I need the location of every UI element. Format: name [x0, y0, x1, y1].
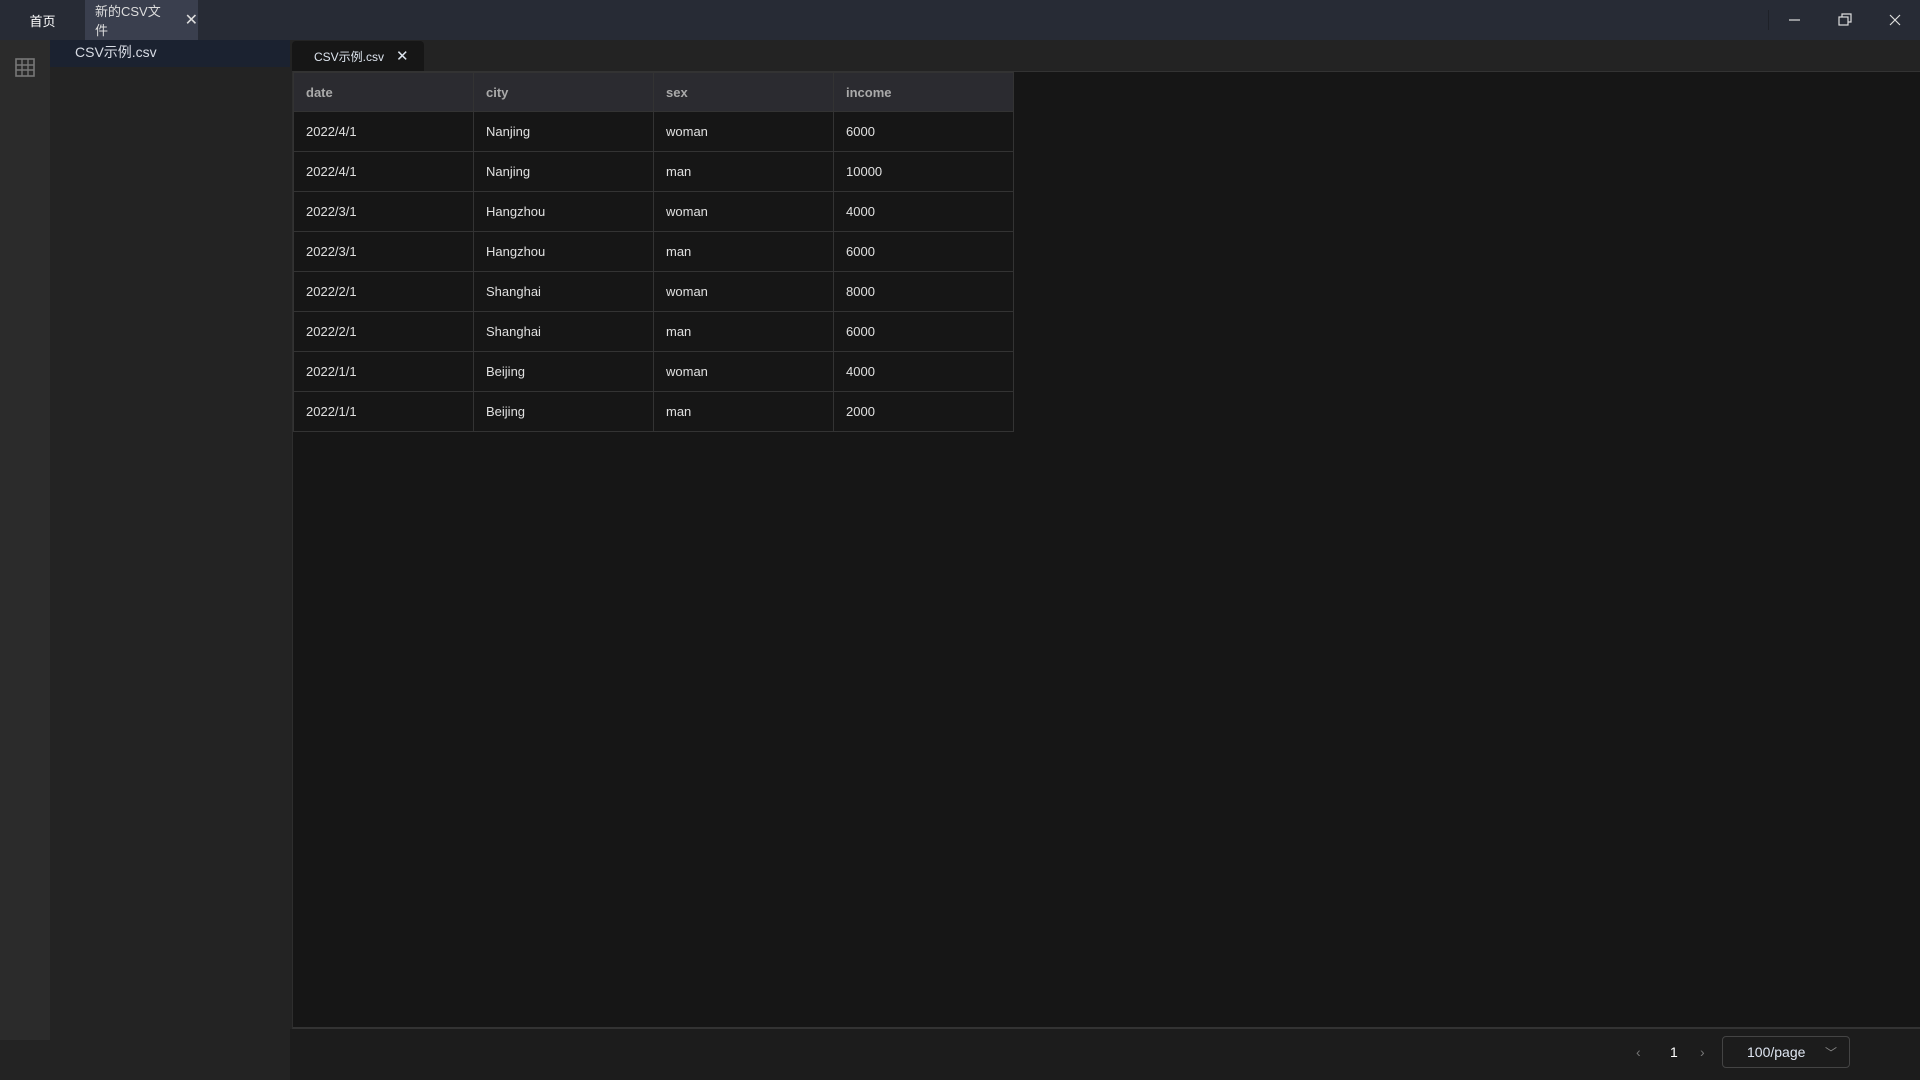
table-row[interactable]: 2022/1/1 Beijing man 2000	[293, 391, 1014, 432]
column-header-sex[interactable]: sex	[653, 72, 834, 112]
tab-label: 新的CSV文件	[95, 4, 161, 38]
page-size-value: 100/page	[1747, 1044, 1806, 1060]
minimize-icon	[1789, 19, 1800, 21]
table-cell[interactable]: Shanghai	[473, 311, 654, 352]
activity-bar	[0, 40, 50, 1040]
table-row[interactable]: 2022/2/1 Shanghai woman 8000	[293, 271, 1014, 312]
table-cell[interactable]: 2022/3/1	[293, 231, 474, 272]
table-cell[interactable]: man	[653, 311, 834, 352]
table-cell[interactable]: 8000	[833, 271, 1014, 312]
tab-label: 首页	[29, 13, 56, 29]
title-bar: 首页 新的CSV文件 ✕	[0, 0, 1920, 40]
column-header-date[interactable]: date	[293, 72, 474, 112]
table-cell[interactable]: woman	[653, 111, 834, 152]
table-cell[interactable]: Nanjing	[473, 111, 654, 152]
table-row[interactable]: 2022/3/1 Hangzhou woman 4000	[293, 191, 1014, 232]
table-row[interactable]: 2022/2/1 Shanghai man 6000	[293, 311, 1014, 352]
table-cell[interactable]: 2000	[833, 391, 1014, 432]
table-cell[interactable]: 2022/2/1	[293, 271, 474, 312]
table-cell[interactable]: Nanjing	[473, 151, 654, 192]
table-cell[interactable]: man	[653, 151, 834, 192]
pagination-bar: ‹ 1 › 100/page ﹀	[290, 1029, 1920, 1080]
table-panel: date city sex income 2022/4/1 Nanjing woman 60…	[292, 71, 1920, 1029]
table-cell[interactable]: 2022/1/1	[293, 351, 474, 392]
column-header-city[interactable]: city	[473, 72, 654, 112]
table-row[interactable]: 2022/1/1 Beijing woman 4000	[293, 351, 1014, 392]
table-cell[interactable]: Shanghai	[473, 271, 654, 312]
editor-tab[interactable]: CSV示例.csv ✕	[292, 41, 424, 71]
sidebar-file-item[interactable]: CSV示例.csv	[50, 40, 290, 67]
table-cell[interactable]: woman	[653, 191, 834, 232]
table-cell[interactable]: Hangzhou	[473, 191, 654, 232]
table-cell[interactable]: woman	[653, 351, 834, 392]
table-cell[interactable]: Beijing	[473, 391, 654, 432]
tab-label: CSV示例.csv	[314, 49, 385, 64]
table-cell[interactable]: 6000	[833, 111, 1014, 152]
prev-page-button[interactable]: ‹	[1636, 1037, 1641, 1067]
minimize-button[interactable]	[1770, 0, 1820, 40]
table-cell[interactable]: Hangzhou	[473, 231, 654, 272]
editor-area: CSV示例.csv ✕ date city sex income 2022/4/1 Nan…	[290, 40, 1920, 1080]
tab-new-csv[interactable]: 新的CSV文件 ✕	[85, 0, 198, 40]
table-cell[interactable]: woman	[653, 271, 834, 312]
restore-icon	[1838, 13, 1852, 26]
table-cell[interactable]: 2022/1/1	[293, 391, 474, 432]
table-cell[interactable]: 6000	[833, 311, 1014, 352]
tab-home[interactable]: 首页	[0, 0, 85, 40]
table-cell[interactable]: 2022/4/1	[293, 151, 474, 192]
divider	[1768, 10, 1769, 30]
page-size-select[interactable]: 100/page ﹀	[1722, 1036, 1850, 1068]
table-cell[interactable]: 6000	[833, 231, 1014, 272]
close-icon[interactable]: ✕	[396, 47, 409, 65]
close-icon[interactable]: ✕	[185, 10, 198, 30]
table-cell[interactable]: 2022/3/1	[293, 191, 474, 232]
next-page-button[interactable]: ›	[1700, 1037, 1705, 1067]
table-cell[interactable]: Beijing	[473, 351, 654, 392]
table-cell[interactable]: 10000	[833, 151, 1014, 192]
close-window-button[interactable]	[1870, 0, 1920, 40]
restore-button[interactable]	[1820, 0, 1870, 40]
page-number[interactable]: 1	[1670, 1037, 1678, 1067]
file-sidebar: CSV示例.csv	[50, 40, 290, 1040]
table-cell[interactable]: 4000	[833, 191, 1014, 232]
table-cell[interactable]: 2022/4/1	[293, 111, 474, 152]
close-icon	[1889, 14, 1901, 26]
table-row[interactable]: 2022/3/1 Hangzhou man 6000	[293, 231, 1014, 272]
column-header-income[interactable]: income	[833, 72, 1014, 112]
table-cell[interactable]: 4000	[833, 351, 1014, 392]
table-cell[interactable]: man	[653, 391, 834, 432]
building-icon[interactable]	[14, 56, 36, 78]
chevron-down-icon: ﹀	[1824, 1045, 1837, 1060]
data-table: date city sex income 2022/4/1 Nanjing woman 60…	[293, 72, 1014, 432]
table-row[interactable]: 2022/4/1 Nanjing woman 6000	[293, 111, 1014, 152]
table-cell[interactable]: man	[653, 231, 834, 272]
table-cell[interactable]: 2022/2/1	[293, 311, 474, 352]
table-row[interactable]: 2022/4/1 Nanjing man 10000	[293, 151, 1014, 192]
